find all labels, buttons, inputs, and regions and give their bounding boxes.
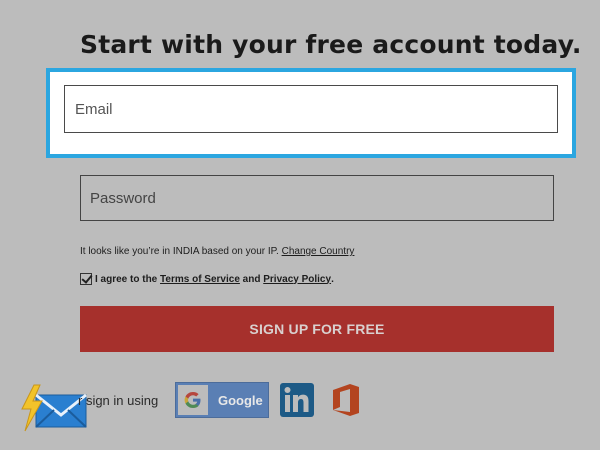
linkedin-icon[interactable]	[280, 383, 314, 417]
google-icon	[178, 385, 208, 415]
email-placeholder: Email	[75, 100, 113, 118]
password-placeholder: Password	[90, 189, 156, 207]
signup-button[interactable]: SIGN UP FOR FREE	[80, 306, 554, 352]
terms-of-service-link[interactable]: Terms of Service	[160, 274, 240, 285]
page-title: Start with your free account today.	[80, 30, 582, 59]
email-field[interactable]: Email	[64, 85, 558, 133]
agree-prefix: I agree to the	[95, 273, 158, 285]
agree-suffix: .	[331, 273, 334, 285]
privacy-policy-link[interactable]: Privacy Policy	[263, 274, 331, 285]
office-icon[interactable]	[330, 383, 362, 417]
agree-checkbox[interactable]	[80, 273, 92, 285]
or-sign-in-label: r sign in using	[78, 393, 159, 408]
google-signin-button[interactable]: Google	[175, 382, 269, 418]
ip-notice-text: It looks like you’re in INDIA based on y…	[80, 246, 279, 257]
password-field[interactable]: Password	[80, 175, 554, 221]
ip-notice: It looks like you’re in INDIA based on y…	[80, 246, 354, 257]
google-label: Google	[218, 392, 263, 408]
mail-logo-icon	[20, 383, 90, 433]
terms-agreement: I agree to the Terms of Service and Priv…	[80, 273, 334, 285]
agree-and: and	[242, 273, 261, 285]
change-country-link[interactable]: Change Country	[282, 246, 355, 257]
